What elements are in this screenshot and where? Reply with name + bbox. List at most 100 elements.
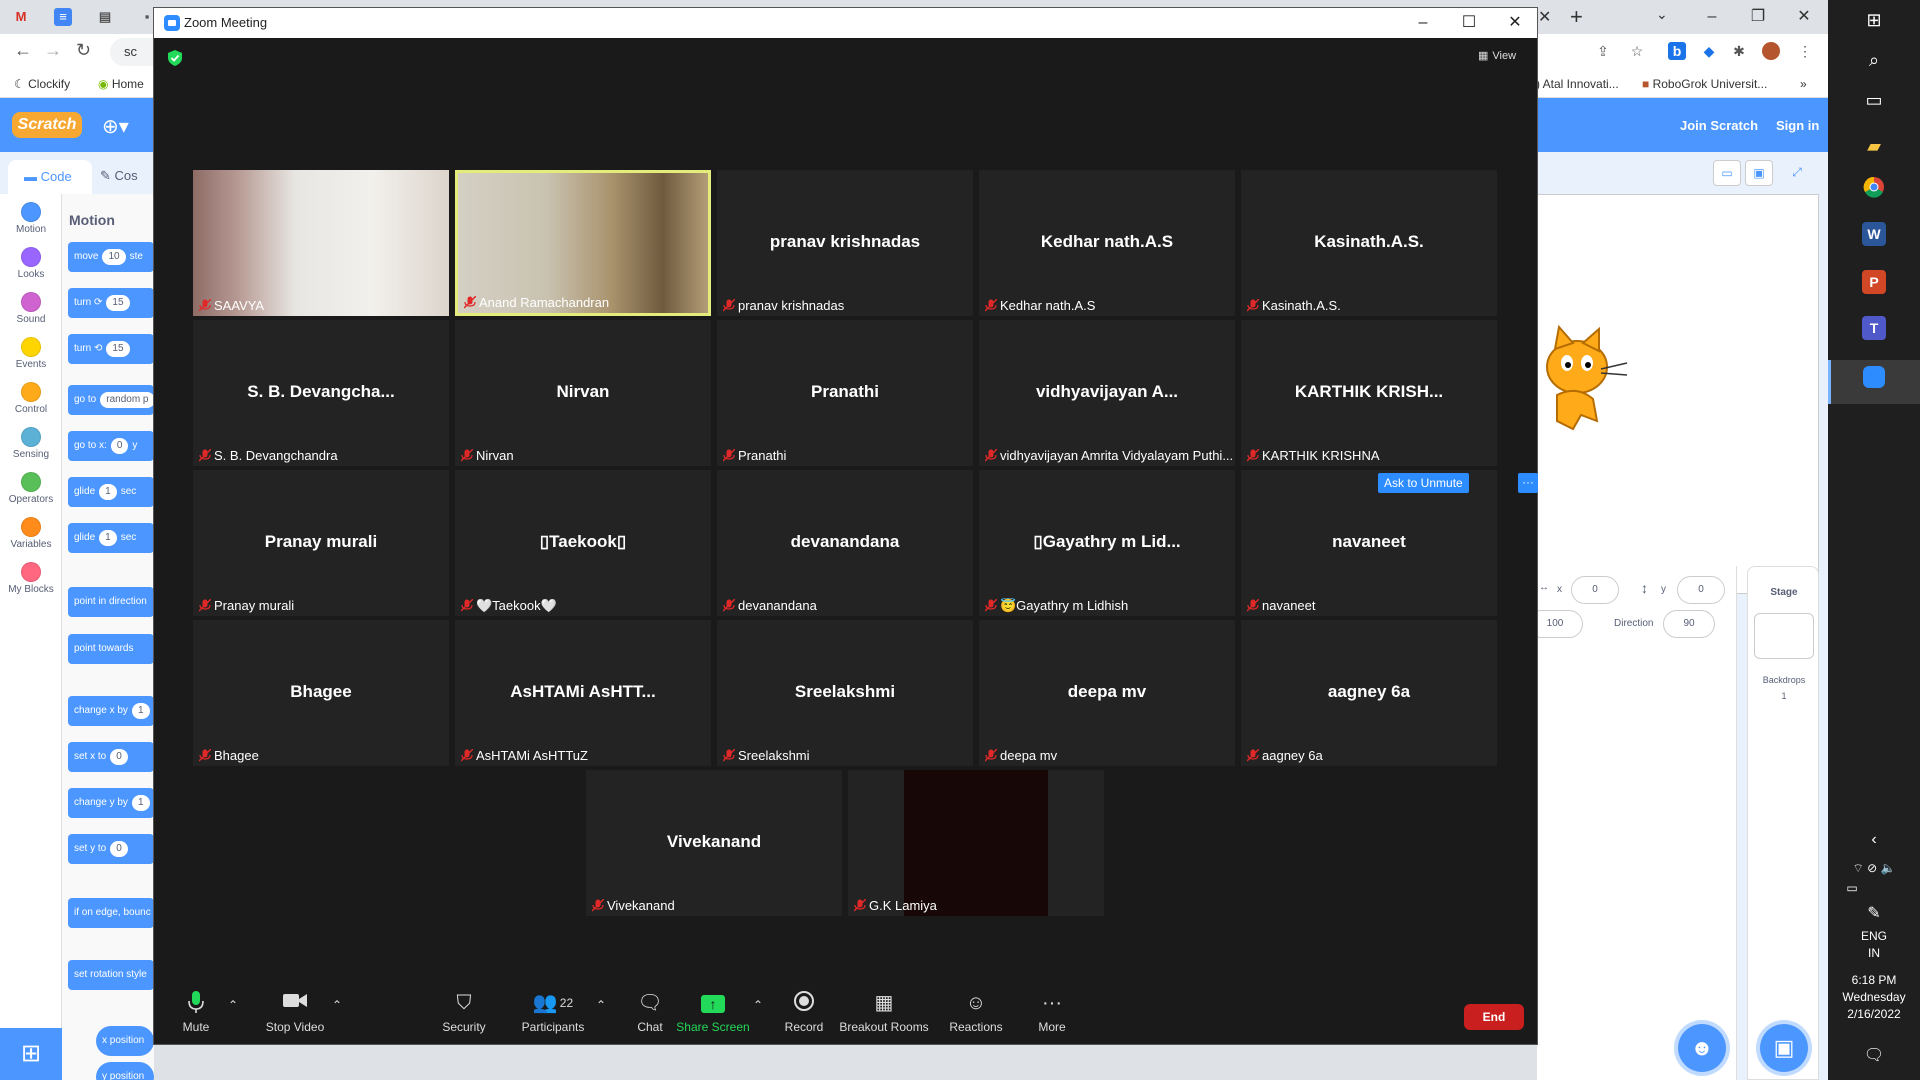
small-stage-button[interactable]: ▭ xyxy=(1713,160,1741,186)
language-globe-icon[interactable]: ⊕▾ xyxy=(102,114,129,139)
participants-button[interactable]: 👥 22 Participants xyxy=(516,990,590,1034)
participant-tile[interactable]: vidhyavijayan A... vidhyavijayan Amrita V… xyxy=(979,320,1235,466)
back-icon[interactable]: ← xyxy=(14,40,32,61)
participant-tile[interactable]: Sreelakshmi Sreelakshmi xyxy=(717,620,973,766)
category-control[interactable]: Control xyxy=(0,382,62,415)
windows-start-icon[interactable]: ⊞ xyxy=(1858,4,1890,36)
more-button[interactable]: ··· More xyxy=(1032,990,1072,1034)
block-number-input[interactable]: 1 xyxy=(99,530,117,546)
tab-costumes[interactable]: ✎ Cos xyxy=(100,168,138,184)
end-meeting-button[interactable]: End xyxy=(1464,1004,1524,1030)
chat-button[interactable]: 🗨 Chat xyxy=(632,990,668,1034)
block-number-input[interactable]: 10 xyxy=(102,249,126,265)
choose-backdrop-button[interactable]: ▣ xyxy=(1760,1024,1808,1072)
reload-icon[interactable]: ↻ xyxy=(76,40,91,61)
participant-tile[interactable]: G.K Lamiya xyxy=(848,770,1104,916)
tile-more-button[interactable]: ··· xyxy=(1518,473,1538,493)
extension-b-icon[interactable]: b xyxy=(1668,42,1686,60)
category-variables[interactable]: Variables xyxy=(0,517,62,550)
participant-tile[interactable]: Anand Ramachandran xyxy=(455,170,711,316)
close-button[interactable]: ✕ xyxy=(1500,11,1530,35)
category-looks[interactable]: Looks xyxy=(0,247,62,280)
participant-tile[interactable]: aagney 6a aagney 6a xyxy=(1241,620,1497,766)
reactions-button[interactable]: ☺ Reactions xyxy=(948,990,1004,1034)
participant-tile[interactable]: Kedhar nath.A.S Kedhar nath.A.S xyxy=(979,170,1235,316)
participants-options-caret[interactable]: ⌃ xyxy=(596,998,606,1012)
motion-block[interactable]: turn ⟳ 15 xyxy=(68,288,154,318)
category-events[interactable]: Events xyxy=(0,337,62,370)
stop-video-button[interactable]: Stop Video xyxy=(260,990,330,1034)
add-extension-button[interactable]: ⊞ xyxy=(0,1028,62,1080)
motion-block[interactable]: set x to 0 xyxy=(68,742,154,772)
stage-panel[interactable]: Stage Backdrops 1 xyxy=(1747,566,1819,1080)
participant-tile[interactable]: Kasinath.A.S. Kasinath.A.S. xyxy=(1241,170,1497,316)
share-screen-button[interactable]: ↑ Share Screen xyxy=(676,990,750,1034)
docs-tab-icon[interactable]: ≡ xyxy=(54,8,72,26)
motion-block[interactable]: point towards xyxy=(68,634,154,664)
participant-tile[interactable]: KARTHIK KRISH... KARTHIK KRISHNA xyxy=(1241,320,1497,466)
motion-block[interactable]: go to random p xyxy=(68,385,154,415)
clock-time[interactable]: 6:18 PM xyxy=(1828,972,1920,989)
search-icon[interactable]: ⌕ xyxy=(1858,44,1890,76)
zoom-taskbar-item[interactable] xyxy=(1828,360,1920,404)
participant-tile[interactable]: AsHTAMi AsHTT... AsHTAMi AsHTTuZ xyxy=(455,620,711,766)
motion-block[interactable]: y position xyxy=(96,1062,154,1080)
bookmark-clockify[interactable]: ☾ Clockify xyxy=(14,77,70,91)
fullscreen-icon[interactable]: ⤢ xyxy=(1783,160,1811,186)
block-number-input[interactable]: 0 xyxy=(110,841,128,857)
motion-block[interactable]: turn ⟲ 15 xyxy=(68,334,154,364)
task-view-icon[interactable]: ▭ xyxy=(1858,84,1890,116)
tab-code[interactable]: ▬ Code xyxy=(8,160,92,194)
bookmark-robogrok[interactable]: ■ RoboGrok Universit... xyxy=(1642,77,1767,91)
pen-icon[interactable]: ✎ xyxy=(1858,898,1890,930)
encryption-shield-icon[interactable] xyxy=(168,50,182,66)
menu-icon[interactable]: ⋮ xyxy=(1796,42,1814,60)
bookmark-home[interactable]: ◉ Home xyxy=(98,77,144,91)
motion-block[interactable]: glide 1 sec xyxy=(68,477,154,507)
block-number-input[interactable]: 1 xyxy=(99,484,117,500)
maximize-button[interactable]: ☐ xyxy=(1454,11,1484,35)
stage-thumbnail[interactable] xyxy=(1754,613,1814,659)
motion-block[interactable]: change x by 1 xyxy=(68,696,154,726)
participant-tile[interactable]: Nirvan Nirvan xyxy=(455,320,711,466)
participant-tile[interactable]: devanandana devanandana xyxy=(717,470,973,616)
forward-icon[interactable]: → xyxy=(44,40,62,61)
motion-block[interactable]: set rotation style xyxy=(68,960,154,990)
participant-tile[interactable]: S. B. Devangcha... S. B. Devangchandra xyxy=(193,320,449,466)
motion-block[interactable]: glide 1 sec xyxy=(68,523,154,553)
gmail-tab-icon[interactable]: M xyxy=(12,8,30,26)
audio-options-caret[interactable]: ⌃ xyxy=(228,998,238,1012)
block-number-input[interactable]: random p xyxy=(100,392,154,408)
browser-restore-button[interactable]: ❐ xyxy=(1743,4,1773,30)
record-button[interactable]: Record xyxy=(782,990,826,1034)
block-number-input[interactable]: 15 xyxy=(106,341,130,357)
stage-canvas[interactable] xyxy=(1537,194,1819,594)
participant-tile[interactable]: Bhagee Bhagee xyxy=(193,620,449,766)
notifications-icon[interactable]: 🗨 xyxy=(1858,1040,1890,1072)
breakout-rooms-button[interactable]: ▦ Breakout Rooms xyxy=(838,990,930,1034)
block-number-input[interactable]: 15 xyxy=(106,295,130,311)
scratch-logo[interactable]: Scratch xyxy=(12,112,82,138)
chrome-icon[interactable] xyxy=(1858,176,1890,208)
join-scratch-link[interactable]: Join Scratch xyxy=(1680,118,1758,133)
bookmarks-overflow-icon[interactable]: » xyxy=(1800,77,1807,91)
participant-tile[interactable]: ▯Gayathry m Lid... 😇Gayathry m Lidhish xyxy=(979,470,1235,616)
motion-block[interactable]: set y to 0 xyxy=(68,834,154,864)
view-button[interactable]: ▦ View xyxy=(1478,49,1516,62)
category-my-blocks[interactable]: My Blocks xyxy=(0,562,62,595)
motion-block[interactable]: change y by 1 xyxy=(68,788,154,818)
word-icon[interactable]: W xyxy=(1862,222,1886,246)
participant-tile[interactable]: deepa mv deepa mv xyxy=(979,620,1235,766)
minimize-button[interactable]: – xyxy=(1408,11,1438,35)
share-icon[interactable]: ⇪ xyxy=(1594,42,1612,60)
bookmark-star-icon[interactable]: ☆ xyxy=(1628,42,1646,60)
category-motion[interactable]: Motion xyxy=(0,202,62,235)
category-operators[interactable]: Operators xyxy=(0,472,62,505)
sign-in-link[interactable]: Sign in xyxy=(1776,118,1819,133)
teams-icon[interactable]: T xyxy=(1862,316,1886,340)
category-sound[interactable]: Sound xyxy=(0,292,62,325)
participant-tile[interactable]: Pranathi Pranathi xyxy=(717,320,973,466)
y-input[interactable]: 0 xyxy=(1677,576,1725,604)
files-tab-icon[interactable]: ▤ xyxy=(96,8,114,26)
profile-avatar[interactable] xyxy=(1762,42,1780,60)
